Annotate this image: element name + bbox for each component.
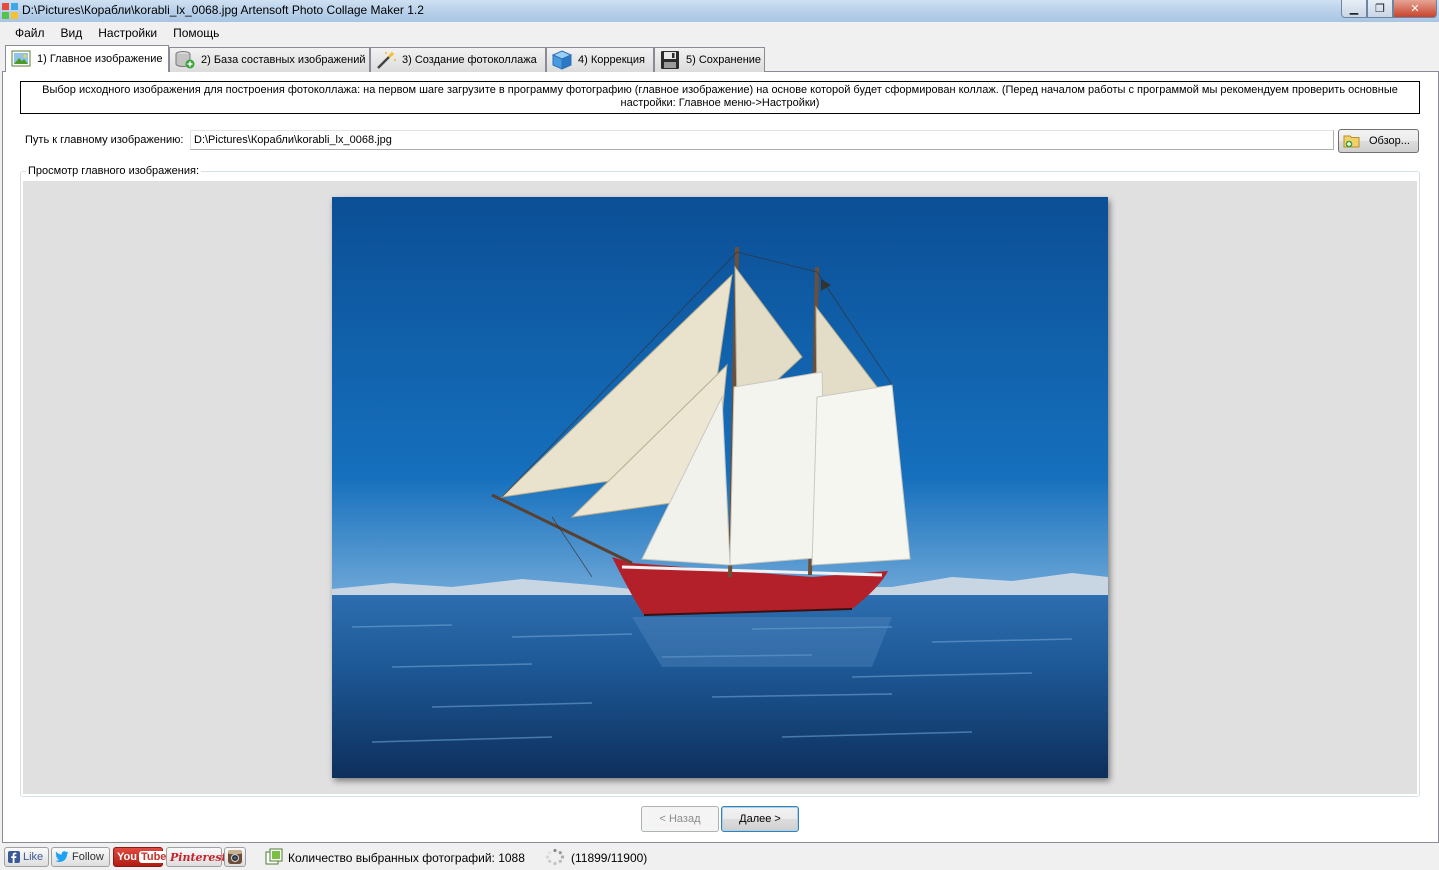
menu-bar: Файл Вид Настройки Помощь	[0, 22, 1439, 44]
main-image-preview	[332, 197, 1108, 778]
database-add-icon	[175, 51, 195, 69]
next-button[interactable]: Далее >	[721, 806, 799, 832]
facebook-icon	[8, 851, 20, 863]
window-title: D:\Pictures\Корабли\korabli_lx_0068.jpg …	[22, 3, 424, 17]
tab-correction[interactable]: 4) Коррекция	[546, 47, 654, 72]
folder-add-icon	[1343, 135, 1360, 148]
tab-label: 5) Сохранение	[686, 54, 762, 66]
floppy-disk-icon	[661, 51, 679, 69]
back-button[interactable]: < Назад	[641, 806, 719, 832]
tab-label: 3) Создание фотоколлажа	[402, 54, 537, 66]
status-bar: Like Follow You Tube Pinterest Количеств…	[0, 845, 1439, 870]
browse-button[interactable]: Обзор...	[1338, 129, 1419, 153]
menu-settings[interactable]: Настройки	[90, 26, 165, 40]
cube-icon	[551, 50, 573, 70]
step-description: Выбор исходного изображения для построен…	[20, 81, 1420, 114]
image-path-input[interactable]	[190, 130, 1334, 150]
follow-label: Follow	[72, 851, 104, 863]
close-button[interactable]: ✕	[1393, 0, 1437, 18]
magic-wand-icon	[377, 51, 396, 69]
tab-label: 4) Коррекция	[578, 54, 645, 66]
like-label: Like	[23, 851, 44, 863]
minimize-button[interactable]: ▁	[1341, 0, 1367, 18]
twitter-icon	[55, 851, 69, 862]
youtube-tube-label: Tube	[138, 851, 169, 863]
tab-label: 2) База составных изображений	[201, 54, 366, 66]
facebook-like-button[interactable]: Like	[4, 847, 49, 867]
menu-view[interactable]: Вид	[53, 26, 91, 40]
photos-icon	[265, 848, 283, 865]
sailing-ship-photo	[332, 197, 1108, 778]
tab-create-collage[interactable]: 3) Создание фотоколлажа	[370, 47, 546, 72]
youtube-button[interactable]: You Tube	[113, 847, 169, 867]
tab-strip: 1) Главное изображение 2) База составных…	[0, 45, 1439, 72]
tab-save[interactable]: 5) Сохранение	[654, 47, 765, 72]
browse-label: Обзор...	[1369, 135, 1410, 147]
tab-image-database[interactable]: 2) База составных изображений	[169, 47, 370, 72]
path-label: Путь к главному изображению:	[25, 134, 184, 146]
progress-status: (11899/11900)	[571, 851, 648, 865]
instagram-icon	[228, 850, 242, 864]
image-icon	[11, 50, 31, 67]
loading-spinner-icon	[545, 848, 565, 866]
tab-label: 1) Главное изображение	[37, 53, 163, 65]
twitter-follow-button[interactable]: Follow	[51, 847, 110, 867]
app-icon	[2, 3, 18, 19]
title-bar: D:\Pictures\Корабли\korabli_lx_0068.jpg …	[0, 0, 1439, 22]
menu-help[interactable]: Помощь	[165, 26, 227, 40]
menu-file[interactable]: Файл	[7, 26, 53, 40]
preview-label: Просмотр главного изображения:	[26, 165, 202, 177]
youtube-you-label: You	[117, 851, 137, 863]
maximize-button[interactable]: ❐	[1367, 0, 1393, 18]
tab-main-image[interactable]: 1) Главное изображение	[5, 45, 169, 72]
pinterest-button[interactable]: Pinterest	[166, 847, 227, 867]
window-controls: ▁ ❐ ✕	[1341, 0, 1437, 18]
instagram-button[interactable]	[224, 847, 246, 867]
photo-count-status: Количество выбранных фотографий: 1088	[288, 851, 525, 865]
